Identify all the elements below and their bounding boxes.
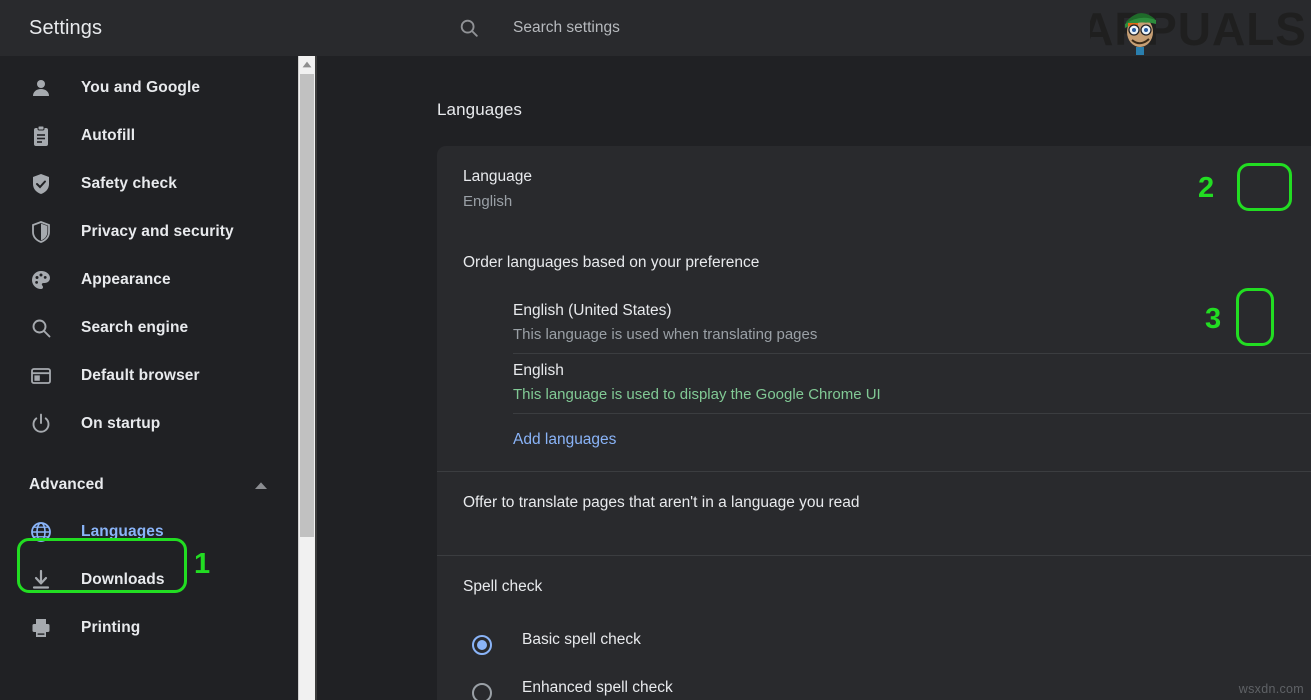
sidebar-section-advanced[interactable]: Advanced xyxy=(0,462,298,508)
language-row[interactable]: English This language is used to display… xyxy=(513,354,1311,414)
main-content: Languages Language English Order languag… xyxy=(317,56,1311,700)
radio-selected-icon xyxy=(472,635,492,655)
sidebar-item-you-and-google[interactable]: You and Google xyxy=(0,64,298,112)
sidebar-item-label: Autofill xyxy=(81,127,135,145)
sidebar-section-label: Advanced xyxy=(29,476,104,494)
sidebar-item-label: Search engine xyxy=(81,319,188,337)
sidebar-item-label: Safety check xyxy=(81,175,177,193)
triangle-up-icon xyxy=(302,61,312,68)
sidebar-item-downloads[interactable]: Downloads xyxy=(0,556,298,604)
spell-check-options: Basic spell check Enhanced spell check U… xyxy=(437,617,1311,700)
top-bar: Settings xyxy=(0,0,1311,56)
palette-icon xyxy=(29,268,53,292)
scrollbar-thumb[interactable] xyxy=(300,74,314,537)
add-languages-link[interactable]: Add languages xyxy=(513,414,616,449)
sidebar-item-label: Printing xyxy=(81,619,140,637)
sidebar-item-label: Privacy and security xyxy=(81,223,234,241)
settings-page: Settings APPUALS xyxy=(0,0,1311,700)
preference-heading: Order languages based on your preference xyxy=(437,254,1311,272)
sidebar-scrollbar[interactable] xyxy=(298,56,315,700)
sidebar-item-safety-check[interactable]: Safety check xyxy=(0,160,298,208)
sidebar-item-label: Default browser xyxy=(81,367,200,385)
sidebar-item-appearance[interactable]: Appearance xyxy=(0,256,298,304)
download-icon xyxy=(29,568,53,592)
page-title: Languages xyxy=(437,100,522,120)
sidebar-item-label: You and Google xyxy=(81,79,200,97)
language-row[interactable]: English (United States) This language is… xyxy=(513,294,1311,354)
language-label: Language xyxy=(463,168,1311,186)
language-list: English (United States) This language is… xyxy=(437,294,1311,449)
sidebar-item-autofill[interactable]: Autofill xyxy=(0,112,298,160)
sidebar-item-search-engine[interactable]: Search engine xyxy=(0,304,298,352)
shield-check-icon xyxy=(29,172,53,196)
languages-card: Language English Order languages based o… xyxy=(437,146,1311,700)
search-input[interactable] xyxy=(513,19,933,37)
language-row-description: This language is used when translating p… xyxy=(513,326,1311,343)
offer-translate-label: Offer to translate pages that aren't in … xyxy=(463,494,859,512)
sidebar-item-printing[interactable]: Printing xyxy=(0,604,298,652)
search-icon xyxy=(458,17,480,39)
browser-window-icon xyxy=(29,364,53,388)
radio-unselected-icon xyxy=(472,683,492,700)
radio-option-label: Enhanced spell check xyxy=(522,679,673,697)
sidebar-navigation: You and Google Autofill Safety check xyxy=(0,56,298,700)
globe-icon xyxy=(29,520,53,544)
scrollbar-up-arrow[interactable] xyxy=(299,56,315,73)
power-icon xyxy=(29,412,53,436)
sidebar-item-languages[interactable]: Languages xyxy=(0,508,298,556)
radio-option-enhanced-spell-check-wrapper: Enhanced spell check Uses the same spell… xyxy=(463,679,1311,700)
person-icon xyxy=(29,76,53,100)
top-bar-left: Settings xyxy=(0,0,437,56)
magnifier-icon xyxy=(29,316,53,340)
radio-option-enhanced-spell-check[interactable]: Enhanced spell check xyxy=(463,679,1311,700)
sidebar-item-label: Downloads xyxy=(81,571,165,589)
language-summary-row: Language English xyxy=(437,146,1311,242)
search-bar[interactable] xyxy=(437,0,1311,56)
language-row-name: English (United States) xyxy=(513,302,1311,320)
sidebar-item-privacy-and-security[interactable]: Privacy and security xyxy=(0,208,298,256)
language-row-name: English xyxy=(513,362,1311,380)
printer-icon xyxy=(29,616,53,640)
language-row-description: This language is used to display the Goo… xyxy=(513,386,1311,403)
sidebar-item-label: Languages xyxy=(81,523,164,541)
sidebar-item-default-browser[interactable]: Default browser xyxy=(0,352,298,400)
offer-translate-row[interactable]: Offer to translate pages that aren't in … xyxy=(437,471,1311,533)
chevron-up-icon xyxy=(254,481,268,490)
bottom-watermark: wsxdn.com xyxy=(1239,682,1304,696)
radio-option-basic-spell-check[interactable]: Basic spell check xyxy=(463,631,1311,679)
spell-check-row[interactable]: Spell check xyxy=(437,555,1311,617)
language-value: English xyxy=(463,193,1311,210)
page-header-title: Settings xyxy=(29,17,102,40)
clipboard-icon xyxy=(29,124,53,148)
radio-option-label: Basic spell check xyxy=(522,631,641,649)
sidebar-item-on-startup[interactable]: On startup xyxy=(0,400,298,448)
shield-half-icon xyxy=(29,220,53,244)
spell-check-label: Spell check xyxy=(463,578,542,596)
sidebar-item-label: Appearance xyxy=(81,271,171,289)
sidebar-item-label: On startup xyxy=(81,415,160,433)
